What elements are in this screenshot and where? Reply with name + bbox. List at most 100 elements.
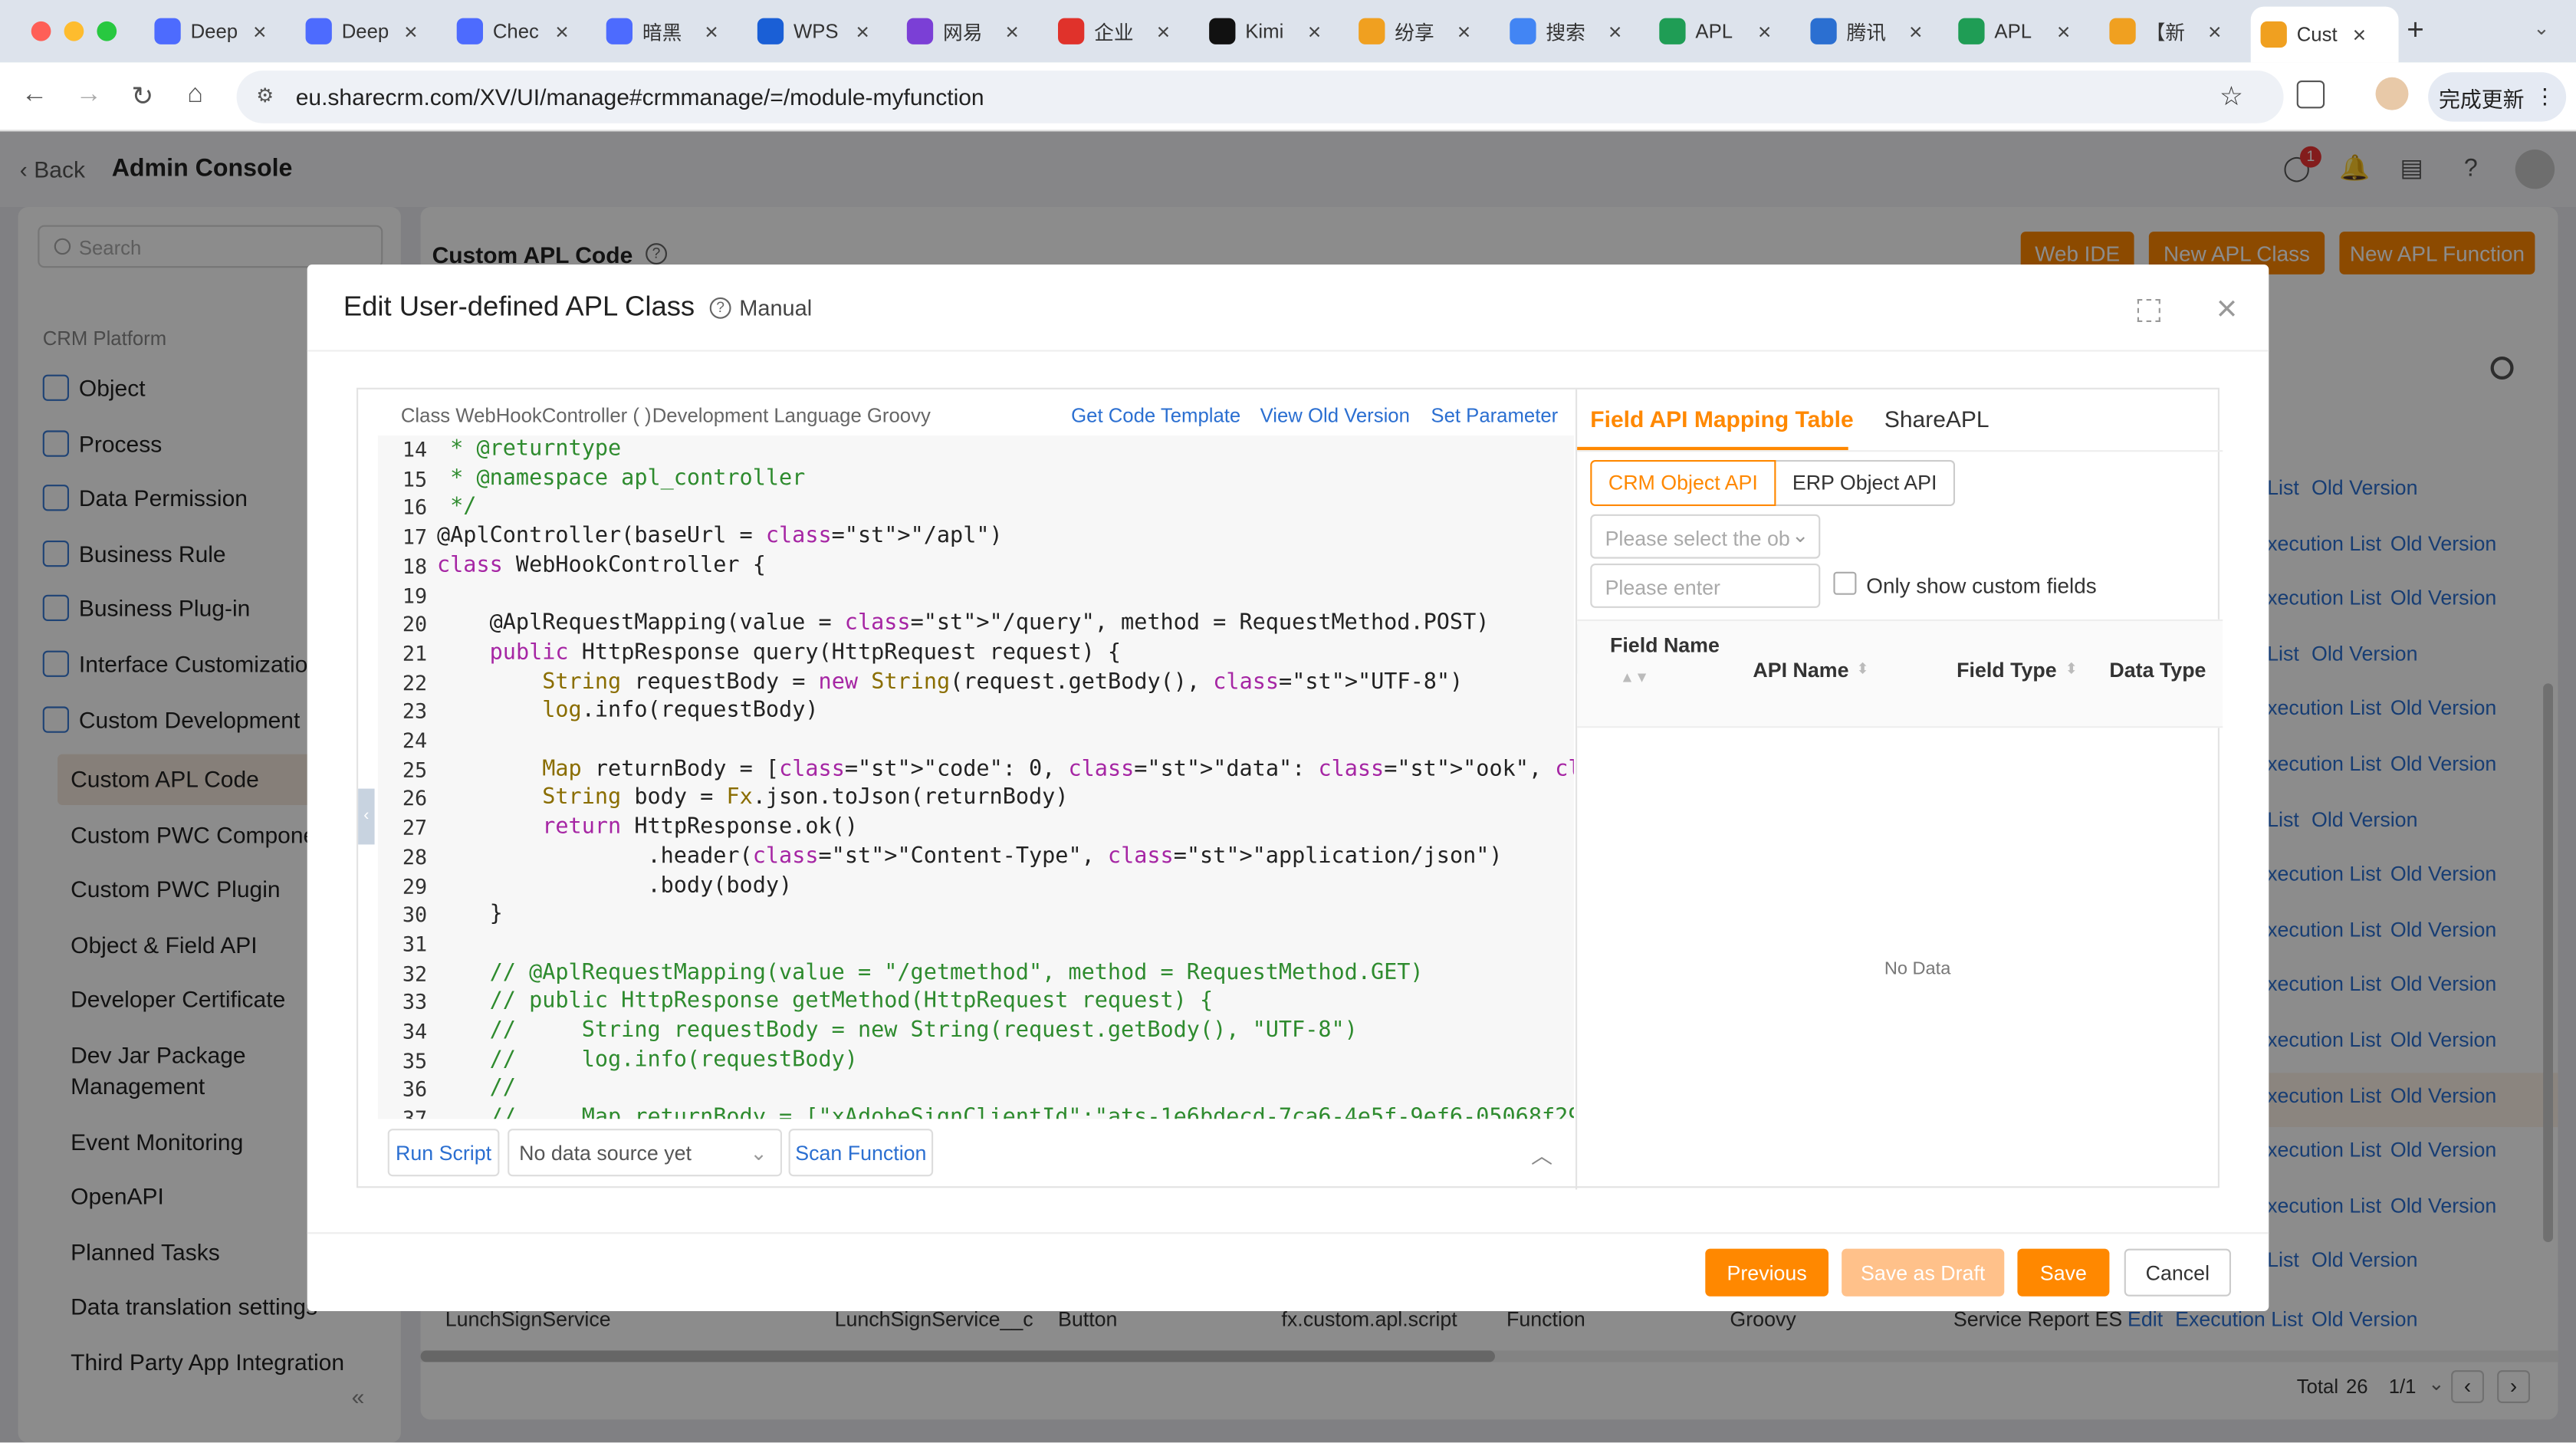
update-button[interactable]: 完成更新 ⋮ bbox=[2428, 72, 2567, 122]
browser-tab[interactable]: Deep × bbox=[145, 10, 290, 53]
browser-tab[interactable]: Cust × bbox=[2250, 6, 2399, 63]
browser-tab[interactable]: Chec × bbox=[447, 10, 592, 53]
close-tab-icon[interactable]: × bbox=[1157, 18, 1171, 44]
browser-tab[interactable]: Kimi × bbox=[1199, 10, 1344, 53]
extensions-icon[interactable] bbox=[2296, 81, 2325, 109]
tab-shareapl[interactable]: ShareAPL bbox=[1884, 406, 1990, 432]
sort-icon[interactable]: ⬍ bbox=[1856, 660, 1868, 679]
custom-fields-checkbox[interactable] bbox=[1833, 571, 1857, 595]
cancel-button[interactable]: Cancel bbox=[2124, 1248, 2231, 1297]
tab-field-api-mapping[interactable]: Field API Mapping Table bbox=[1590, 406, 1853, 432]
browser-tab[interactable]: 纷享 × bbox=[1349, 10, 1493, 53]
line-number: 32 bbox=[402, 960, 428, 985]
browser-tab[interactable]: APL × bbox=[1948, 10, 2093, 53]
tab-title: 纷享 bbox=[1395, 20, 1434, 44]
previous-button[interactable]: Previous bbox=[1705, 1248, 1829, 1297]
close-tab-icon[interactable]: × bbox=[555, 18, 569, 44]
field-search-input[interactable]: Please enter bbox=[1590, 564, 1821, 608]
tab-title: Cust bbox=[2296, 23, 2338, 46]
browser-tab[interactable]: APL × bbox=[1649, 10, 1794, 53]
close-tab-icon[interactable]: × bbox=[1005, 18, 1019, 44]
close-tab-icon[interactable]: × bbox=[1909, 18, 1923, 44]
close-icon[interactable]: × bbox=[2216, 288, 2238, 330]
chevron-up-icon[interactable]: ︿ bbox=[1531, 1139, 1552, 1170]
code-editor[interactable]: 14 * @returntype 15 * @namespace apl_cont… bbox=[377, 435, 1574, 1119]
fxiaoke-icon bbox=[2109, 18, 2136, 44]
save-button[interactable]: Save bbox=[2017, 1248, 2110, 1297]
close-tab-icon[interactable]: × bbox=[2353, 21, 2367, 48]
browser-tab[interactable]: 企业 × bbox=[1048, 10, 1193, 53]
browser-tab[interactable]: WPS × bbox=[748, 10, 892, 53]
close-tab-icon[interactable]: × bbox=[1457, 18, 1471, 44]
object-select[interactable]: Please select the ob ⌄ bbox=[1590, 514, 1821, 559]
wps-icon bbox=[757, 18, 784, 44]
line-number: 22 bbox=[402, 669, 428, 695]
browser-tab[interactable]: 网易 × bbox=[897, 10, 1042, 53]
view-old-version-link[interactable]: View Old Version bbox=[1260, 404, 1410, 427]
close-window-dot[interactable] bbox=[31, 21, 51, 41]
get-code-template-link[interactable]: Get Code Template bbox=[1071, 404, 1240, 427]
back-arrow-icon[interactable]: ← bbox=[21, 81, 48, 110]
sort-icon[interactable]: ⬍ bbox=[2065, 660, 2078, 679]
sort-icon[interactable]: ▲▼ bbox=[1620, 669, 1649, 685]
profile-avatar[interactable] bbox=[2375, 77, 2409, 110]
browser-tab[interactable]: 腾讯 × bbox=[1801, 10, 1946, 53]
minimize-window-dot[interactable] bbox=[64, 21, 84, 41]
tab-title: 【新 bbox=[2145, 20, 2186, 44]
close-tab-icon[interactable]: × bbox=[856, 18, 869, 44]
forward-arrow-icon[interactable]: → bbox=[76, 81, 102, 110]
close-tab-icon[interactable]: × bbox=[1308, 18, 1322, 44]
scan-function-button[interactable]: Scan Function bbox=[788, 1129, 934, 1177]
erp-object-api-toggle[interactable]: ERP Object API bbox=[1776, 460, 1955, 506]
save-as-draft-button[interactable]: Save as Draft bbox=[1842, 1248, 2005, 1297]
netease-icon bbox=[906, 18, 934, 44]
close-tab-icon[interactable]: × bbox=[404, 18, 418, 44]
browser-tab[interactable]: Deep × bbox=[296, 10, 441, 53]
custom-fields-label: Only show custom fields bbox=[1866, 573, 2097, 598]
browser-tab[interactable]: 暗黑 × bbox=[596, 10, 741, 53]
browser-tab[interactable]: 【新 × bbox=[2100, 10, 2245, 53]
reload-icon[interactable]: ↻ bbox=[131, 81, 153, 113]
fullscreen-icon[interactable] bbox=[2137, 299, 2160, 322]
close-tab-icon[interactable]: × bbox=[1608, 18, 1622, 44]
close-tab-icon[interactable]: × bbox=[2057, 18, 2071, 44]
code-line: // log.info(requestBody) bbox=[437, 1047, 858, 1073]
line-number: 20 bbox=[402, 611, 428, 636]
line-number: 37 bbox=[402, 1106, 428, 1119]
crm-object-api-toggle[interactable]: CRM Object API bbox=[1590, 460, 1776, 506]
data-source-select[interactable]: No data source yet ⌄ bbox=[508, 1129, 782, 1177]
divider bbox=[1577, 450, 2223, 452]
close-tab-icon[interactable]: × bbox=[253, 18, 267, 44]
line-number: 19 bbox=[402, 582, 428, 607]
close-tab-icon[interactable]: × bbox=[2208, 18, 2222, 44]
code-line: String requestBody = new String(request.… bbox=[542, 669, 1464, 695]
line-number: 25 bbox=[402, 757, 428, 782]
tab-list-chevron-icon[interactable]: ⌄ bbox=[2533, 16, 2550, 39]
column-data-type[interactable]: Data Type bbox=[2109, 659, 2206, 682]
browser-tab[interactable]: 搜索 × bbox=[1500, 10, 1644, 53]
maximize-window-dot[interactable] bbox=[97, 21, 117, 41]
code-line: // Map returnBody = ["xAdobeSignClientId… bbox=[437, 1106, 1574, 1119]
column-field-name[interactable]: Field Name bbox=[1610, 634, 1720, 657]
close-tab-icon[interactable]: × bbox=[705, 18, 718, 44]
set-parameter-link[interactable]: Set Parameter bbox=[1431, 404, 1558, 427]
code-line: * @namespace apl_controller bbox=[437, 465, 806, 491]
home-icon[interactable]: ⌂ bbox=[187, 81, 203, 110]
left-collapse-handle[interactable]: ‹ bbox=[358, 788, 375, 845]
sheet-icon bbox=[1958, 18, 1985, 44]
address-bar[interactable]: ⚙ eu.sharecrm.com/XV/UI/manage#crmmanage… bbox=[236, 71, 2284, 123]
tab-title: Deep bbox=[190, 19, 238, 43]
new-tab-icon[interactable]: + bbox=[2407, 13, 2424, 48]
help-circle-icon: ? bbox=[709, 297, 731, 319]
manual-link[interactable]: ? Manual bbox=[709, 296, 812, 320]
site-info-icon[interactable]: ⚙ bbox=[256, 84, 274, 107]
language-label: Development Language Groovy bbox=[652, 404, 931, 428]
close-tab-icon[interactable]: × bbox=[1758, 18, 1772, 44]
line-number: 16 bbox=[402, 495, 428, 520]
column-field-type[interactable]: Field Type bbox=[1957, 659, 2056, 682]
bookmark-star-icon[interactable]: ☆ bbox=[2220, 81, 2243, 113]
field-api-panel: › Field API Mapping Table ShareAPL CRM O… bbox=[1576, 389, 2223, 1190]
run-script-button[interactable]: Run Script bbox=[387, 1129, 500, 1177]
line-number: 17 bbox=[402, 524, 428, 549]
column-api-name[interactable]: API Name bbox=[1753, 659, 1848, 682]
